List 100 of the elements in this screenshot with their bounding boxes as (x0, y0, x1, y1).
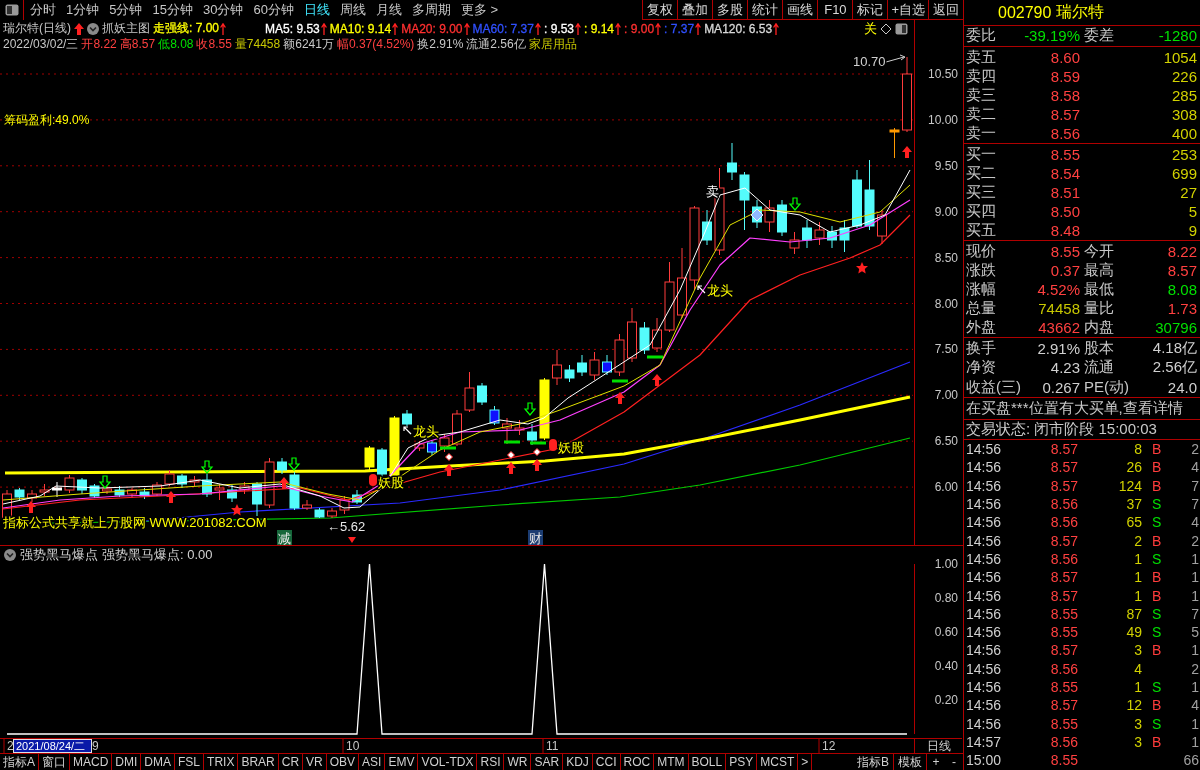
period-tab[interactable]: 30分钟 (197, 0, 249, 20)
period-tab[interactable]: 周线 (334, 0, 371, 20)
order-level-label: 卖三 (966, 86, 997, 105)
candlestick (877, 209, 887, 245)
indicator-tab[interactable]: OBV (326, 754, 360, 770)
price-axis-label: 7.50 (934, 342, 958, 357)
tick-count: 1 (1190, 679, 1199, 695)
indicator-tab[interactable]: - (945, 754, 963, 770)
indicator-tab[interactable]: BRAR (238, 754, 279, 770)
indicator-tab[interactable]: RSI (477, 754, 505, 770)
toolbar-button[interactable]: 叠加 (677, 0, 713, 20)
period-tab[interactable]: 分时 (25, 0, 61, 20)
indicator-tab[interactable]: KDJ (563, 754, 593, 770)
toolbar-button[interactable]: 返回 (928, 0, 963, 20)
toolbar-button[interactable]: +自选 (887, 0, 928, 20)
candlestick (789, 231, 800, 255)
order-volume: 1054 (1162, 49, 1197, 66)
indicator-tab[interactable]: CCI (592, 754, 621, 770)
indicator-tab[interactable]: MACD (70, 754, 113, 770)
quote-label: 涨跌 (966, 261, 996, 280)
close-button[interactable]: 关 (864, 19, 877, 38)
order-level-label: 卖二 (966, 105, 997, 124)
candlestick (289, 471, 300, 511)
tick-time: 14:56 (966, 477, 1003, 494)
tick-time: 14:56 (966, 587, 1003, 604)
panel-icon[interactable] (895, 22, 908, 35)
tick-side: S (1152, 514, 1162, 531)
indicator-tab[interactable]: DMA (141, 754, 176, 770)
candlestick (352, 489, 362, 505)
period-tab[interactable]: 月线 (370, 0, 407, 20)
candlestick (27, 489, 37, 503)
period-tab[interactable]: 5分钟 (104, 0, 148, 20)
period-tab[interactable]: 1分钟 (61, 0, 105, 20)
indicator-value: : 7.37 (664, 21, 695, 36)
indicator-tab[interactable]: PSY (726, 754, 758, 770)
toolbar-button[interactable]: 多股 (712, 0, 748, 20)
period-tab[interactable]: 更多 > (455, 0, 504, 20)
tick-time: 14:56 (966, 660, 1003, 677)
candlestick (852, 169, 862, 229)
indicator-tab[interactable]: BOLL (688, 754, 727, 770)
candlestick (514, 419, 525, 436)
tick-count: 7 (1190, 496, 1199, 513)
indicator-tab[interactable]: EMV (385, 754, 419, 770)
indicator-tab[interactable]: DMI (112, 754, 142, 770)
indicator-tab[interactable]: SAR (531, 754, 564, 770)
order-notice[interactable]: 在买盘***位置有大买单,查看详情 (966, 399, 1183, 418)
indicator-tab[interactable]: + (927, 754, 945, 770)
tick-volume: 65 (1126, 514, 1142, 531)
indicator-tab[interactable]: VOL-TDX (418, 754, 478, 770)
toolbar-button[interactable]: 复权 (642, 0, 678, 20)
stock-name: 瑞尔特 (1056, 2, 1105, 22)
indicator-tab[interactable]: MTM (654, 754, 689, 770)
dropdown-icon[interactable] (87, 22, 99, 35)
period-label[interactable]: 日线 (914, 738, 962, 753)
tick-price: 8.55 (1049, 605, 1078, 622)
tick-side: S (1152, 679, 1162, 695)
cursor-date-label: 2021/08/24/二 (13, 739, 92, 753)
indicator-tab[interactable]: CR (278, 754, 304, 770)
indicator-tab[interactable]: MCST (757, 754, 799, 770)
indicator-tab[interactable]: FSL (175, 754, 205, 770)
indicator-tab[interactable]: WR (504, 754, 532, 770)
up-arrow-icon (615, 392, 625, 404)
period-tab[interactable]: 多周期 (406, 0, 456, 20)
indicator-tab[interactable]: VR (303, 754, 327, 770)
period-tab[interactable]: 日线 (298, 0, 335, 20)
toolbar-button[interactable]: 统计 (747, 0, 783, 20)
chart-annotation: 龙头 (707, 283, 733, 298)
candlestick (164, 469, 175, 487)
indicator-tab[interactable]: 窗口 (39, 754, 70, 770)
order-price: 8.57 (1049, 106, 1080, 123)
down-arrow-icon (788, 197, 802, 211)
toolbar-button[interactable]: F10 (817, 0, 853, 20)
tick-time: 14:56 (966, 569, 1003, 586)
candlestick (589, 351, 600, 381)
order-level-label: 买一 (966, 145, 997, 164)
indicator-tab[interactable]: > (798, 754, 813, 770)
indicator-tab[interactable]: 模板 (894, 754, 927, 770)
quote-value: 4.23 (1050, 359, 1080, 377)
indicator-name[interactable]: 抓妖主图 (102, 20, 150, 37)
tick-count: 4 (1190, 459, 1199, 476)
date-axis-label: 10 (346, 739, 360, 753)
axis-tick-label: 0.60 (934, 625, 958, 639)
indicator-tab[interactable]: ROC (620, 754, 655, 770)
period-tab[interactable]: 60分钟 (248, 0, 299, 20)
tick-volume: 1 (1134, 587, 1142, 604)
diamond-icon[interactable] (880, 22, 892, 35)
indicator-name[interactable]: 强势黑马爆点 (20, 546, 98, 564)
candlestick (477, 382, 487, 406)
up-arrow-icon (220, 22, 227, 35)
candlestick (489, 405, 500, 426)
toolbar-button[interactable]: 画线 (782, 0, 818, 20)
indicator-tab[interactable]: 指标A (0, 754, 39, 770)
period-tab[interactable]: 15分钟 (147, 0, 198, 20)
down-arrow-icon (98, 475, 112, 489)
dropdown-icon[interactable] (4, 549, 16, 561)
indicator-tab[interactable]: TRIX (204, 754, 239, 770)
indicator-tab[interactable]: ASI (359, 754, 386, 770)
candlestick (889, 127, 900, 159)
indicator-tab[interactable]: 指标B (853, 754, 894, 770)
toolbar-button[interactable]: 标记 (852, 0, 888, 20)
